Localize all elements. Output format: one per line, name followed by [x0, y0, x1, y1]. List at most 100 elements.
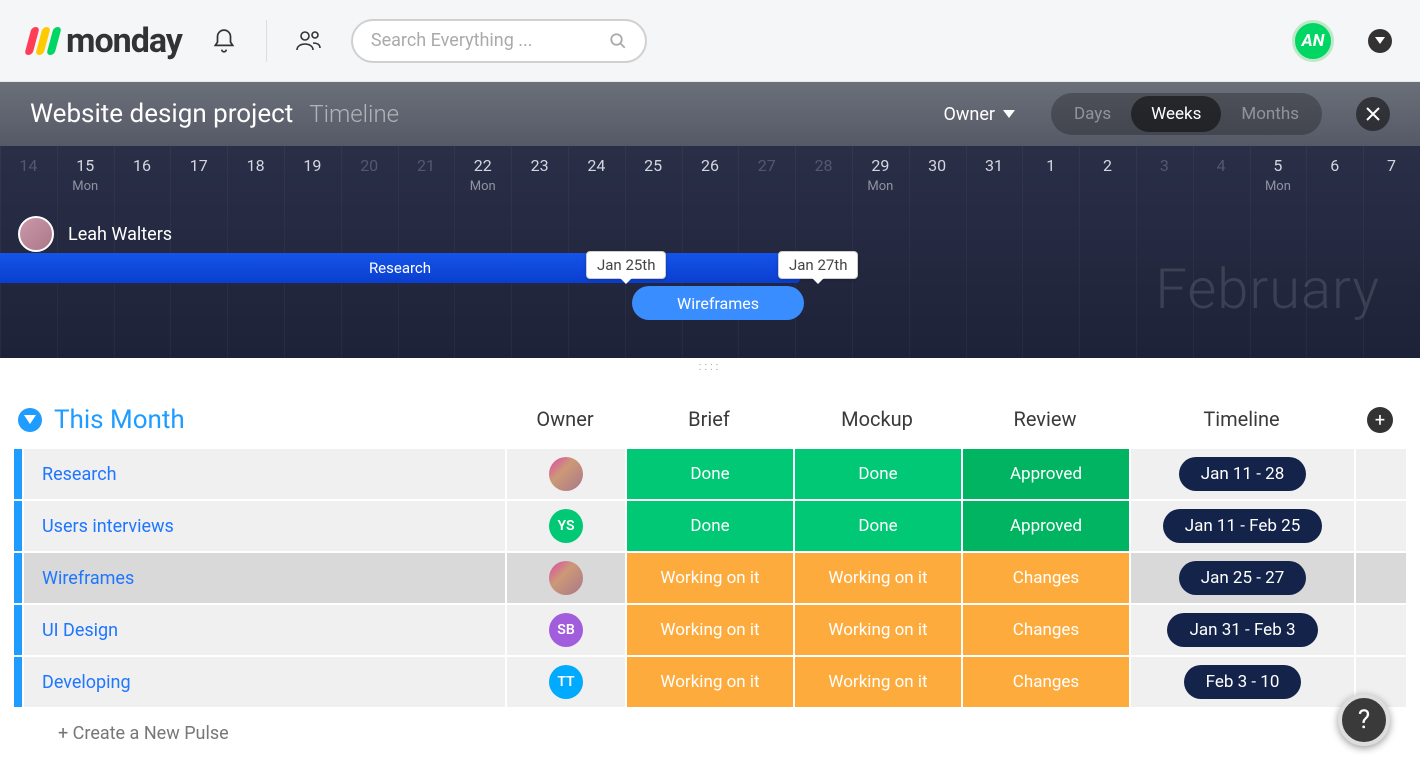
table-row[interactable]: Users interviewsYSDoneDoneApprovedJan 11…	[14, 501, 1406, 551]
timeline-day[interactable]: 28	[795, 146, 852, 204]
timeline-day[interactable]: 26	[682, 146, 739, 204]
row-name[interactable]: Wireframes	[22, 553, 505, 603]
timeline-pill[interactable]: Jan 11 - 28	[1179, 457, 1307, 491]
timeline-cell[interactable]: Jan 25 - 27	[1129, 553, 1354, 603]
timeline-day[interactable]: 2	[1079, 146, 1136, 204]
status-review[interactable]: Approved	[961, 501, 1129, 551]
group-title[interactable]: This Month	[54, 405, 185, 435]
owner-cell[interactable]: TT	[505, 657, 625, 707]
timeline-day[interactable]: 22Mon	[454, 146, 511, 204]
status-brief[interactable]: Working on it	[625, 657, 793, 707]
timeline-day[interactable]: 19	[284, 146, 341, 204]
col-header-review[interactable]: Review	[961, 407, 1129, 434]
new-pulse-label[interactable]: + Create a New Pulse	[22, 709, 1406, 757]
owner-cell[interactable]: YS	[505, 501, 625, 551]
search-box[interactable]	[351, 19, 647, 63]
timeline-cell[interactable]: Jan 11 - 28	[1129, 449, 1354, 499]
status-brief[interactable]: Done	[625, 501, 793, 551]
help-button[interactable]: ?	[1338, 694, 1390, 746]
user-menu-caret[interactable]	[1368, 29, 1392, 53]
add-column-button[interactable]: +	[1367, 407, 1393, 433]
status-mockup[interactable]: Working on it	[793, 553, 961, 603]
timeline-day[interactable]: 30	[909, 146, 966, 204]
timeline-cell[interactable]: Jan 31 - Feb 3	[1129, 605, 1354, 655]
owner-cell[interactable]	[505, 553, 625, 603]
help-label: ?	[1358, 705, 1370, 735]
timeline-day[interactable]: 25	[625, 146, 682, 204]
timeline-day[interactable]: 16	[114, 146, 171, 204]
table-row[interactable]: DevelopingTTWorking on itWorking on itCh…	[14, 657, 1406, 707]
timeline-day[interactable]: 6	[1306, 146, 1363, 204]
timeline-day[interactable]: 24	[568, 146, 625, 204]
timeline-day[interactable]: 3	[1136, 146, 1193, 204]
table-row[interactable]: ResearchDoneDoneApprovedJan 11 - 28	[14, 449, 1406, 499]
timeline-pill[interactable]: Jan 11 - Feb 25	[1163, 509, 1323, 543]
timeline-day[interactable]: 17	[170, 146, 227, 204]
group-header: This Month Owner Brief Mockup Review Tim…	[14, 405, 1406, 449]
owner-cell[interactable]	[505, 449, 625, 499]
timeline-body[interactable]: 1415Mon16171819202122Mon23242526272829Mo…	[0, 146, 1420, 358]
status-mockup[interactable]: Done	[793, 501, 961, 551]
user-avatar[interactable]: AN	[1292, 20, 1334, 62]
owner-cell[interactable]: SB	[505, 605, 625, 655]
new-pulse-row[interactable]: + Create a New Pulse	[14, 709, 1406, 757]
timeline-day[interactable]: 20	[341, 146, 398, 204]
status-review[interactable]: Changes	[961, 657, 1129, 707]
timeline-day[interactable]: 1	[1022, 146, 1079, 204]
status-mockup[interactable]: Working on it	[793, 605, 961, 655]
row-name[interactable]: Users interviews	[22, 501, 505, 551]
timeline-day[interactable]: 7	[1363, 146, 1420, 204]
notifications-icon[interactable]	[210, 27, 238, 55]
range-weeks[interactable]: Weeks	[1131, 96, 1221, 132]
timeline-day[interactable]: 4	[1193, 146, 1250, 204]
person-avatar[interactable]	[18, 216, 54, 252]
col-header-owner[interactable]: Owner	[505, 407, 625, 434]
timeline-day[interactable]: 18	[227, 146, 284, 204]
status-review[interactable]: Changes	[961, 605, 1129, 655]
timeline-day[interactable]: 15Mon	[57, 146, 114, 204]
row-name[interactable]: Developing	[22, 657, 505, 707]
timeline-day[interactable]: 14	[0, 146, 57, 204]
user-initials: AN	[1302, 31, 1325, 51]
timeline-cell[interactable]: Jan 11 - Feb 25	[1129, 501, 1354, 551]
status-brief[interactable]: Working on it	[625, 553, 793, 603]
people-icon[interactable]	[295, 27, 323, 55]
col-header-brief[interactable]: Brief	[625, 407, 793, 434]
timeline-day[interactable]: 27	[738, 146, 795, 204]
table-row[interactable]: WireframesWorking on itWorking on itChan…	[14, 553, 1406, 603]
timeline-pill[interactable]: Jan 25 - 27	[1179, 561, 1307, 595]
row-name[interactable]: Research	[22, 449, 505, 499]
range-months[interactable]: Months	[1221, 96, 1319, 132]
status-review[interactable]: Approved	[961, 449, 1129, 499]
search-input[interactable]	[371, 30, 599, 51]
owner-dropdown[interactable]: Owner	[944, 104, 1016, 125]
timeline-cell[interactable]: Feb 3 - 10	[1129, 657, 1354, 707]
status-review[interactable]: Changes	[961, 553, 1129, 603]
col-header-mockup[interactable]: Mockup	[793, 407, 961, 434]
timeline-pill[interactable]: Jan 31 - Feb 3	[1167, 613, 1317, 647]
timeline-bar-research[interactable]: Research	[0, 253, 800, 283]
resize-handle[interactable]: ::::	[0, 358, 1420, 375]
timeline-day[interactable]: 29Mon	[852, 146, 909, 204]
brand-logo[interactable]: monday	[28, 21, 182, 61]
timeline-day[interactable]: 21	[398, 146, 455, 204]
row-stripe	[14, 501, 22, 551]
range-days[interactable]: Days	[1054, 96, 1131, 132]
collapse-group-button[interactable]	[18, 408, 42, 432]
timeline-bar-wireframes[interactable]: Wireframes	[632, 286, 804, 320]
timeline-day[interactable]: 31	[966, 146, 1023, 204]
timeline-day[interactable]: 23	[511, 146, 568, 204]
status-brief[interactable]: Done	[625, 449, 793, 499]
close-timeline-button[interactable]	[1356, 97, 1390, 131]
status-brief[interactable]: Working on it	[625, 605, 793, 655]
table-row[interactable]: UI DesignSBWorking on itWorking on itCha…	[14, 605, 1406, 655]
col-header-timeline[interactable]: Timeline	[1129, 407, 1354, 434]
owner-dropdown-label: Owner	[944, 104, 996, 125]
timeline-days: 1415Mon16171819202122Mon23242526272829Mo…	[0, 146, 1420, 204]
timeline-day[interactable]: 5Mon	[1250, 146, 1307, 204]
status-mockup[interactable]: Working on it	[793, 657, 961, 707]
timeline-pill[interactable]: Feb 3 - 10	[1184, 665, 1302, 699]
search-icon[interactable]	[609, 32, 627, 50]
row-name[interactable]: UI Design	[22, 605, 505, 655]
status-mockup[interactable]: Done	[793, 449, 961, 499]
